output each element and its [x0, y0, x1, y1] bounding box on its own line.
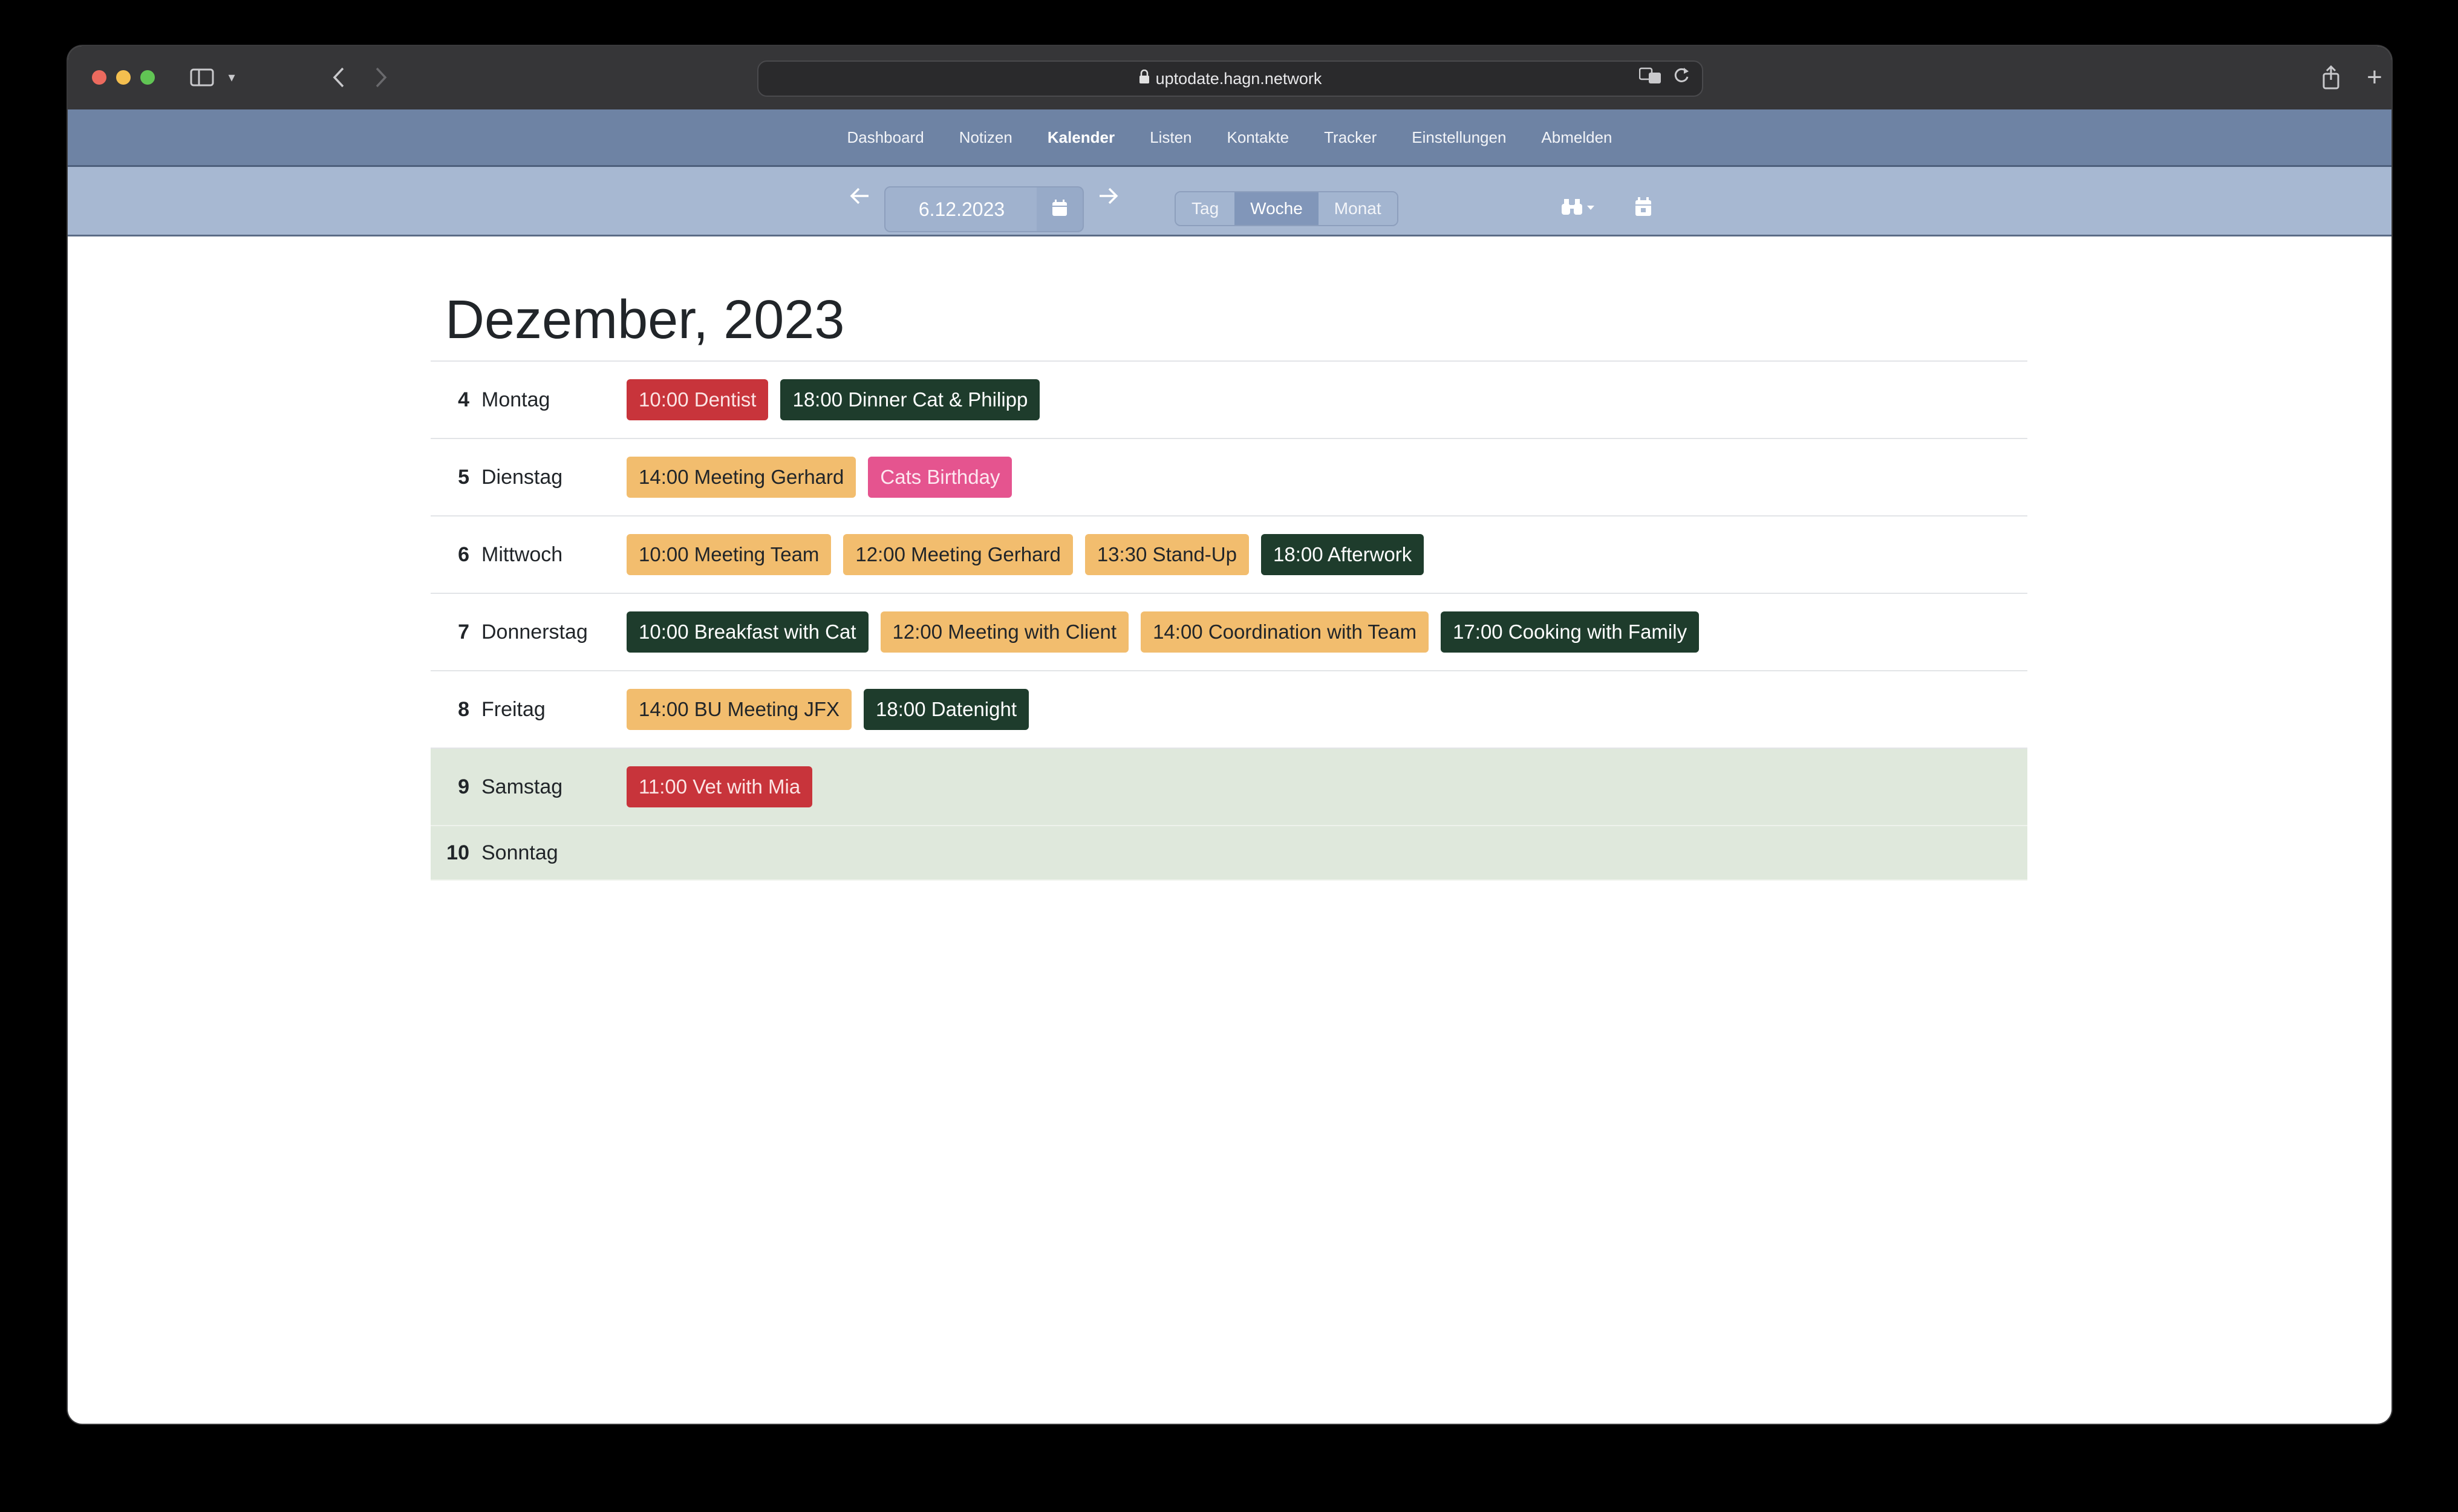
event-badge[interactable]: 10:00 Dentist [627, 379, 769, 420]
previous-arrow-icon[interactable] [849, 185, 871, 213]
day-number: 6 [458, 543, 469, 566]
forward-icon[interactable] [368, 62, 394, 93]
event-badge[interactable]: 13:30 Stand-Up [1084, 534, 1249, 575]
nav-kontakte[interactable]: Kontakte [1227, 128, 1289, 147]
day-row: 7 Donnerstag 10:00 Breakfast with Cat 12:00… [431, 594, 2027, 671]
zoom-window-button[interactable] [140, 70, 155, 85]
sidebar-toggle-icon[interactable] [186, 62, 218, 93]
url-text: uptodate.hagn.network [1155, 69, 1322, 88]
day-row: 8 Freitag 14:00 BU Meeting JFX 18:00 Dateni… [431, 671, 2027, 749]
day-row: 10 Sonntag [431, 826, 2027, 881]
main-navigation: Dashboard Notizen Kalender Listen Kontak… [68, 109, 2391, 167]
day-number: 10 [446, 841, 469, 864]
day-events: 14:00 Meeting Gerhard Cats Birthday [627, 457, 1012, 498]
day-name: Mittwoch [481, 543, 563, 566]
date-picker-button[interactable] [1037, 186, 1084, 232]
day-name: Sonntag [481, 841, 558, 864]
event-badge[interactable]: 14:00 Meeting Gerhard [627, 457, 856, 498]
chevron-down-icon[interactable]: ▾ [223, 62, 241, 93]
minimize-window-button[interactable] [116, 70, 131, 85]
day-row: 5 Dienstag 14:00 Meeting Gerhard Cats Birth… [431, 439, 2027, 516]
new-tab-icon[interactable]: + [2361, 62, 2388, 93]
month-title: Dezember, 2023 [431, 235, 2027, 362]
day-name: Montag [481, 388, 550, 411]
day-number: 8 [458, 697, 469, 721]
event-badge[interactable]: 14:00 Coordination with Team [1141, 611, 1429, 653]
day-row: 9 Samstag 11:00 Vet with Mia [431, 749, 2027, 826]
day-list: 4 Montag 10:00 Dentist 18:00 Dinner Cat & P… [431, 362, 2027, 881]
event-badge[interactable]: 18:00 Afterwork [1260, 534, 1424, 575]
event-badge[interactable]: 18:00 Datenight [864, 689, 1029, 730]
lock-icon [1139, 69, 1150, 88]
event-badge[interactable]: 10:00 Breakfast with Cat [627, 611, 869, 653]
event-badge[interactable]: 11:00 Vet with Mia [627, 766, 813, 807]
view-monat-button[interactable]: Monat [1318, 192, 1397, 225]
nav-dashboard[interactable]: Dashboard [847, 128, 924, 147]
day-events: 11:00 Vet with Mia [627, 766, 813, 807]
day-number: 7 [458, 620, 469, 644]
day-events: 14:00 BU Meeting JFX 18:00 Datenight [627, 689, 1029, 730]
day-events: 10:00 Dentist 18:00 Dinner Cat & Philipp [627, 379, 1040, 420]
day-number: 9 [458, 775, 469, 798]
nav-notizen[interactable]: Notizen [959, 128, 1012, 147]
back-icon[interactable] [325, 62, 352, 93]
reload-icon[interactable] [1673, 67, 1690, 89]
nav-abmelden[interactable]: Abmelden [1541, 128, 1612, 147]
nav-einstellungen[interactable]: Einstellungen [1412, 128, 1506, 147]
event-badge[interactable]: 18:00 Dinner Cat & Philipp [780, 379, 1040, 420]
share-icon[interactable] [2318, 62, 2344, 93]
day-row: 4 Montag 10:00 Dentist 18:00 Dinner Cat & P… [431, 362, 2027, 439]
day-number: 4 [458, 388, 469, 411]
browser-window: ▾ uptodate.hagn.network + Dashboard Noti… [68, 46, 2391, 1424]
day-name: Dienstag [481, 465, 563, 489]
date-input[interactable]: 6.12.2023 [884, 186, 1039, 232]
event-badge[interactable]: Cats Birthday [868, 457, 1012, 498]
next-arrow-icon[interactable] [1097, 185, 1119, 213]
event-badge[interactable]: 12:00 Meeting Gerhard [843, 534, 1073, 575]
nav-tracker[interactable]: Tracker [1324, 128, 1377, 147]
day-events: 10:00 Meeting Team 12:00 Meeting Gerhard 1… [627, 534, 1424, 575]
close-window-button[interactable] [92, 70, 106, 85]
day-number: 5 [458, 465, 469, 489]
binoculars-dropdown-icon[interactable] [1560, 190, 1599, 224]
event-badge[interactable]: 14:00 BU Meeting JFX [627, 689, 852, 730]
nav-listen[interactable]: Listen [1150, 128, 1192, 147]
view-tag-button[interactable]: Tag [1176, 192, 1235, 225]
day-row: 6 Mittwoch 10:00 Meeting Team 12:00 Meeting… [431, 516, 2027, 594]
event-badge[interactable]: 12:00 Meeting with Client [880, 611, 1129, 653]
view-mode-selector: Tag Woche Monat [1175, 191, 1398, 226]
view-woche-button[interactable]: Woche [1234, 192, 1319, 225]
calendar-week-view: Dezember, 2023 4 Montag 10:00 Dentist 18:00… [431, 235, 2027, 881]
address-bar[interactable]: uptodate.hagn.network [757, 60, 1703, 97]
today-calendar-icon[interactable] [1634, 190, 1652, 224]
day-name: Samstag [481, 775, 563, 798]
nav-kalender[interactable]: Kalender [1048, 128, 1115, 147]
calendar-icon [1051, 199, 1068, 220]
browser-titlebar: ▾ uptodate.hagn.network + [68, 46, 2391, 111]
day-name: Donnerstag [481, 620, 588, 644]
day-events: 10:00 Breakfast with Cat 12:00 Meeting wi… [627, 611, 1700, 653]
translate-icon[interactable] [1638, 67, 1662, 89]
day-name: Freitag [481, 697, 546, 721]
calendar-toolbar: 6.12.2023 Tag Woche Monat [68, 167, 2391, 236]
event-badge[interactable]: 17:00 Cooking with Family [1441, 611, 1700, 653]
event-badge[interactable]: 10:00 Meeting Team [627, 534, 832, 575]
